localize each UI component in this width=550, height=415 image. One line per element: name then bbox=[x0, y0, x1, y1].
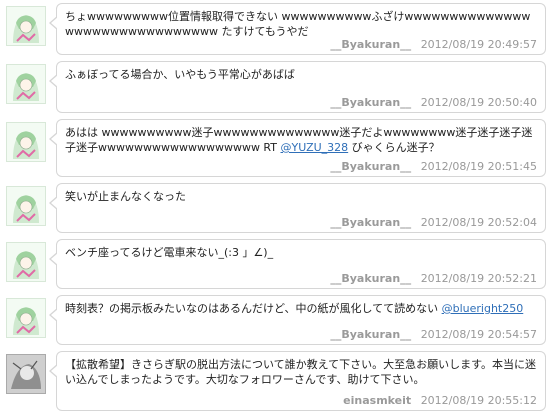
tweet-meta: __Byakuran__ 2012/08/19 20:50:40 bbox=[330, 96, 537, 109]
tweet-text-part: びゃくらん迷子？ bbox=[348, 141, 440, 154]
tweet-username[interactable]: einasmkeit bbox=[343, 394, 411, 407]
avatar[interactable] bbox=[6, 6, 46, 46]
tweet-item: あはは wwwwwwwwww迷子wwwwwwwwwwwwww迷子だよwwwwww… bbox=[0, 116, 550, 180]
tweet-username[interactable]: __Byakuran__ bbox=[330, 328, 411, 341]
tweet-bubble: あはは wwwwwwwwww迷子wwwwwwwwwwwwww迷子だよwwwwww… bbox=[49, 119, 546, 177]
avatar[interactable] bbox=[6, 186, 46, 226]
tweet-item: 笑いが止まんなくなった __Byakuran__ 2012/08/19 20:5… bbox=[0, 180, 550, 236]
tweet-timestamp[interactable]: 2012/08/19 20:52:21 bbox=[421, 272, 537, 285]
tweet-username[interactable]: __Byakuran__ bbox=[330, 272, 411, 285]
tweet-meta: __Byakuran__ 2012/08/19 20:52:04 bbox=[330, 216, 537, 229]
tweet-meta: einasmkeit 2012/08/19 20:55:12 bbox=[343, 394, 537, 407]
tweet-text: 【拡散希望】きさらぎ駅の脱出方法について誰か教えて下さい。大至急お願いします。本… bbox=[65, 358, 537, 386]
tweet-text: 笑いが止まんなくなった bbox=[65, 190, 186, 203]
avatar[interactable] bbox=[6, 354, 46, 394]
tweet-bubble: 【拡散希望】きさらぎ駅の脱出方法について誰か教えて下さい。大至急お願いします。本… bbox=[49, 351, 546, 411]
tweet-meta: __Byakuran__ 2012/08/19 20:52:21 bbox=[330, 272, 537, 285]
tweet-text: 時刻表？の掲示板みたいなのはあるんだけど、中の紙が風化してて読めない @blue… bbox=[65, 301, 537, 316]
tweet-feed: ちょwwwwwwwww位置情報取得できない wwwwwwwwwwふざけwwwww… bbox=[0, 0, 550, 415]
avatar[interactable] bbox=[6, 298, 46, 338]
tweet-text: ベンチ座ってるけど電車来ない_(:3 」∠)_ bbox=[65, 246, 274, 259]
tweet-bubble: 時刻表？の掲示板みたいなのはあるんだけど、中の紙が風化してて読めない @blue… bbox=[49, 295, 546, 345]
tweet-timestamp[interactable]: 2012/08/19 20:50:40 bbox=[421, 96, 537, 109]
tweet-bubble: ちょwwwwwwwww位置情報取得できない wwwwwwwwwwふざけwwwww… bbox=[49, 3, 546, 55]
tweet-item: 時刻表？の掲示板みたいなのはあるんだけど、中の紙が風化してて読めない @blue… bbox=[0, 292, 550, 348]
tweet-text: あはは wwwwwwwwww迷子wwwwwwwwwwwwww迷子だよwwwwww… bbox=[65, 125, 537, 155]
tweet-meta: __Byakuran__ 2012/08/19 20:49:57 bbox=[330, 38, 537, 51]
tweet-username[interactable]: __Byakuran__ bbox=[330, 216, 411, 229]
tweet-bubble: ふぁぼってる場合か、いやもう平常心があばば __Byakuran__ 2012/… bbox=[49, 61, 546, 113]
mention-link[interactable]: @blueright250 bbox=[442, 302, 524, 315]
tweet-username[interactable]: __Byakuran__ bbox=[330, 96, 411, 109]
avatar[interactable] bbox=[6, 122, 46, 162]
tweet-text-part: 時刻表？の掲示板みたいなのはあるんだけど、中の紙が風化してて読めない bbox=[65, 302, 442, 315]
tweet-timestamp[interactable]: 2012/08/19 20:51:45 bbox=[421, 160, 537, 173]
tweet-timestamp[interactable]: 2012/08/19 20:49:57 bbox=[421, 38, 537, 51]
mention-link[interactable]: @YUZU_328 bbox=[281, 141, 349, 154]
tweet-item: ふぁぼってる場合か、いやもう平常心があばば __Byakuran__ 2012/… bbox=[0, 58, 550, 116]
tweet-item: 【拡散希望】きさらぎ駅の脱出方法について誰か教えて下さい。大至急お願いします。本… bbox=[0, 348, 550, 414]
tweet-text: ふぁぼってる場合か、いやもう平常心があばば bbox=[65, 68, 295, 81]
tweet-username[interactable]: __Byakuran__ bbox=[330, 38, 411, 51]
avatar[interactable] bbox=[6, 242, 46, 282]
tweet-bubble: 笑いが止まんなくなった __Byakuran__ 2012/08/19 20:5… bbox=[49, 183, 546, 233]
tweet-meta: __Byakuran__ 2012/08/19 20:54:57 bbox=[330, 328, 537, 341]
tweet-item: ベンチ座ってるけど電車来ない_(:3 」∠)_ __Byakuran__ 201… bbox=[0, 236, 550, 292]
tweet-text: ちょwwwwwwwww位置情報取得できない wwwwwwwwwwふざけwwwww… bbox=[65, 10, 531, 38]
tweet-timestamp[interactable]: 2012/08/19 20:54:57 bbox=[421, 328, 537, 341]
tweet-username[interactable]: __Byakuran__ bbox=[330, 160, 411, 173]
tweet-item: ちょwwwwwwwww位置情報取得できない wwwwwwwwwwふざけwwwww… bbox=[0, 0, 550, 58]
tweet-timestamp[interactable]: 2012/08/19 20:52:04 bbox=[421, 216, 537, 229]
tweet-bubble: ベンチ座ってるけど電車来ない_(:3 」∠)_ __Byakuran__ 201… bbox=[49, 239, 546, 289]
avatar[interactable] bbox=[6, 64, 46, 104]
tweet-timestamp[interactable]: 2012/08/19 20:55:12 bbox=[421, 394, 537, 407]
tweet-meta: __Byakuran__ 2012/08/19 20:51:45 bbox=[330, 160, 537, 173]
